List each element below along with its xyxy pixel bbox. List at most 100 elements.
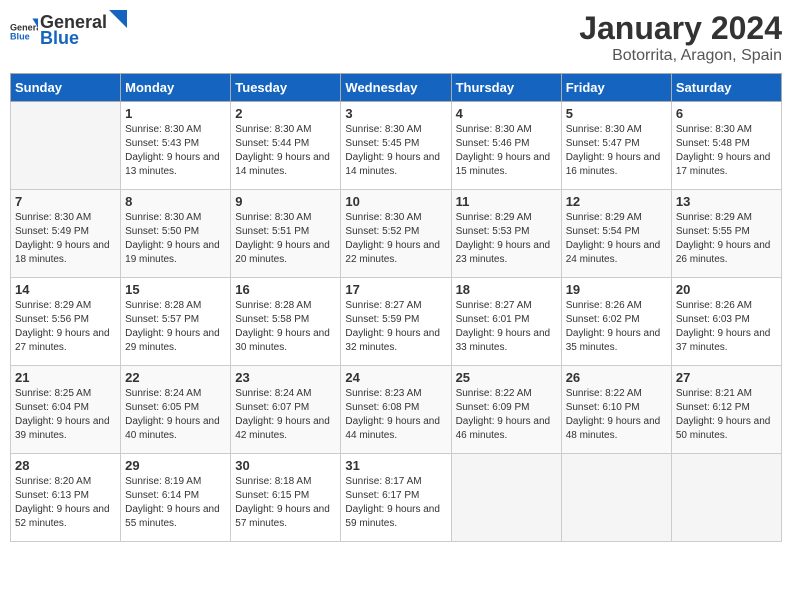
day-info: Sunrise: 8:30 AMSunset: 5:44 PMDaylight:… bbox=[235, 123, 336, 179]
day-number: 11 bbox=[456, 194, 557, 209]
day-number: 1 bbox=[125, 106, 226, 121]
title-block: January 2024 Botorrita, Aragon, Spain bbox=[579, 10, 782, 65]
day-number: 15 bbox=[125, 282, 226, 297]
day-info: Sunrise: 8:23 AMSunset: 6:08 PMDaylight:… bbox=[345, 387, 446, 443]
logo-arrow-icon bbox=[109, 10, 127, 28]
day-info: Sunrise: 8:29 AMSunset: 5:53 PMDaylight:… bbox=[456, 211, 557, 267]
day-info: Sunrise: 8:28 AMSunset: 5:57 PMDaylight:… bbox=[125, 299, 226, 355]
calendar-cell: 24Sunrise: 8:23 AMSunset: 6:08 PMDayligh… bbox=[341, 366, 451, 454]
calendar-cell bbox=[671, 454, 781, 542]
day-info: Sunrise: 8:30 AMSunset: 5:48 PMDaylight:… bbox=[676, 123, 777, 179]
day-info: Sunrise: 8:22 AMSunset: 6:10 PMDaylight:… bbox=[566, 387, 667, 443]
day-number: 28 bbox=[15, 458, 116, 473]
calendar-cell: 26Sunrise: 8:22 AMSunset: 6:10 PMDayligh… bbox=[561, 366, 671, 454]
logo-icon: General Blue bbox=[10, 15, 38, 43]
day-info: Sunrise: 8:29 AMSunset: 5:54 PMDaylight:… bbox=[566, 211, 667, 267]
calendar-cell: 13 Sunrise: 8:29 AMSunset: 5:55 PMDayligh… bbox=[671, 190, 781, 278]
day-number: 31 bbox=[345, 458, 446, 473]
calendar-cell bbox=[561, 454, 671, 542]
day-number: 2 bbox=[235, 106, 336, 121]
calendar-cell: 29Sunrise: 8:19 AMSunset: 6:14 PMDayligh… bbox=[121, 454, 231, 542]
day-info: Sunrise: 8:19 AMSunset: 6:14 PMDaylight:… bbox=[125, 475, 226, 531]
day-info: Sunrise: 8:30 AMSunset: 5:47 PMDaylight:… bbox=[566, 123, 667, 179]
day-number: 12 bbox=[566, 194, 667, 209]
calendar-week-row: 28Sunrise: 8:20 AMSunset: 6:13 PMDayligh… bbox=[11, 454, 782, 542]
day-info: Sunrise: 8:28 AMSunset: 5:58 PMDaylight:… bbox=[235, 299, 336, 355]
calendar-cell: 19Sunrise: 8:26 AMSunset: 6:02 PMDayligh… bbox=[561, 278, 671, 366]
header-wednesday: Wednesday bbox=[341, 74, 451, 102]
day-info: Sunrise: 8:22 AMSunset: 6:09 PMDaylight:… bbox=[456, 387, 557, 443]
calendar-cell: 3 Sunrise: 8:30 AMSunset: 5:45 PMDaylight… bbox=[341, 102, 451, 190]
calendar-header-row: SundayMondayTuesdayWednesdayThursdayFrid… bbox=[11, 74, 782, 102]
calendar-cell: 25 Sunrise: 8:22 AMSunset: 6:09 PMDayligh… bbox=[451, 366, 561, 454]
day-number: 23 bbox=[235, 370, 336, 385]
day-info: Sunrise: 8:27 AMSunset: 5:59 PMDaylight:… bbox=[345, 299, 446, 355]
header-sunday: Sunday bbox=[11, 74, 121, 102]
calendar-cell bbox=[11, 102, 121, 190]
day-info: Sunrise: 8:29 AMSunset: 5:55 PMDaylight:… bbox=[676, 211, 777, 267]
day-number: 13 bbox=[676, 194, 777, 209]
day-number: 20 bbox=[676, 282, 777, 297]
day-number: 19 bbox=[566, 282, 667, 297]
day-info: Sunrise: 8:30 AMSunset: 5:49 PMDaylight:… bbox=[15, 211, 116, 267]
calendar-cell: 10Sunrise: 8:30 AMSunset: 5:52 PMDayligh… bbox=[341, 190, 451, 278]
day-info: Sunrise: 8:30 AMSunset: 5:46 PMDaylight:… bbox=[456, 123, 557, 179]
day-number: 6 bbox=[676, 106, 777, 121]
calendar-cell: 22Sunrise: 8:24 AMSunset: 6:05 PMDayligh… bbox=[121, 366, 231, 454]
calendar-week-row: 7 Sunrise: 8:30 AMSunset: 5:49 PMDaylight… bbox=[11, 190, 782, 278]
day-info: Sunrise: 8:21 AMSunset: 6:12 PMDaylight:… bbox=[676, 387, 777, 443]
calendar-cell: 9 Sunrise: 8:30 AMSunset: 5:51 PMDaylight… bbox=[231, 190, 341, 278]
day-number: 5 bbox=[566, 106, 667, 121]
calendar-cell: 6 Sunrise: 8:30 AMSunset: 5:48 PMDaylight… bbox=[671, 102, 781, 190]
calendar-cell: 15 Sunrise: 8:28 AMSunset: 5:57 PMDayligh… bbox=[121, 278, 231, 366]
day-info: Sunrise: 8:30 AMSunset: 5:43 PMDaylight:… bbox=[125, 123, 226, 179]
day-info: Sunrise: 8:27 AMSunset: 6:01 PMDaylight:… bbox=[456, 299, 557, 355]
calendar-cell: 7 Sunrise: 8:30 AMSunset: 5:49 PMDaylight… bbox=[11, 190, 121, 278]
calendar-week-row: 21Sunrise: 8:25 AMSunset: 6:04 PMDayligh… bbox=[11, 366, 782, 454]
svg-text:Blue: Blue bbox=[10, 32, 30, 42]
day-number: 22 bbox=[125, 370, 226, 385]
day-number: 17 bbox=[345, 282, 446, 297]
day-info: Sunrise: 8:26 AMSunset: 6:03 PMDaylight:… bbox=[676, 299, 777, 355]
calendar-cell: 1 Sunrise: 8:30 AMSunset: 5:43 PMDaylight… bbox=[121, 102, 231, 190]
calendar-cell: 8 Sunrise: 8:30 AMSunset: 5:50 PMDaylight… bbox=[121, 190, 231, 278]
day-number: 21 bbox=[15, 370, 116, 385]
header-thursday: Thursday bbox=[451, 74, 561, 102]
calendar-cell: 31 Sunrise: 8:17 AMSunset: 6:17 PMDayligh… bbox=[341, 454, 451, 542]
day-number: 4 bbox=[456, 106, 557, 121]
day-number: 16 bbox=[235, 282, 336, 297]
day-info: Sunrise: 8:30 AMSunset: 5:51 PMDaylight:… bbox=[235, 211, 336, 267]
day-info: Sunrise: 8:17 AMSunset: 6:17 PMDaylight:… bbox=[345, 475, 446, 531]
day-number: 30 bbox=[235, 458, 336, 473]
day-number: 14 bbox=[15, 282, 116, 297]
calendar-cell: 4 Sunrise: 8:30 AMSunset: 5:46 PMDaylight… bbox=[451, 102, 561, 190]
header-monday: Monday bbox=[121, 74, 231, 102]
calendar-cell bbox=[451, 454, 561, 542]
calendar-cell: 20 Sunrise: 8:26 AMSunset: 6:03 PMDayligh… bbox=[671, 278, 781, 366]
calendar-cell: 17 Sunrise: 8:27 AMSunset: 5:59 PMDayligh… bbox=[341, 278, 451, 366]
day-info: Sunrise: 8:24 AMSunset: 6:07 PMDaylight:… bbox=[235, 387, 336, 443]
day-number: 8 bbox=[125, 194, 226, 209]
calendar-cell: 23 Sunrise: 8:24 AMSunset: 6:07 PMDayligh… bbox=[231, 366, 341, 454]
calendar-cell: 21Sunrise: 8:25 AMSunset: 6:04 PMDayligh… bbox=[11, 366, 121, 454]
day-info: Sunrise: 8:18 AMSunset: 6:15 PMDaylight:… bbox=[235, 475, 336, 531]
day-info: Sunrise: 8:30 AMSunset: 5:52 PMDaylight:… bbox=[345, 211, 446, 267]
header-saturday: Saturday bbox=[671, 74, 781, 102]
day-number: 9 bbox=[235, 194, 336, 209]
day-number: 25 bbox=[456, 370, 557, 385]
calendar-title: January 2024 bbox=[579, 10, 782, 47]
calendar-cell: 30 Sunrise: 8:18 AMSunset: 6:15 PMDayligh… bbox=[231, 454, 341, 542]
header-friday: Friday bbox=[561, 74, 671, 102]
day-info: Sunrise: 8:29 AMSunset: 5:56 PMDaylight:… bbox=[15, 299, 116, 355]
day-number: 3 bbox=[345, 106, 446, 121]
calendar-cell: 14 Sunrise: 8:29 AMSunset: 5:56 PMDayligh… bbox=[11, 278, 121, 366]
day-number: 18 bbox=[456, 282, 557, 297]
logo: General Blue General Blue bbox=[10, 10, 127, 49]
page-header: General Blue General Blue January 2024 B… bbox=[10, 10, 782, 65]
day-info: Sunrise: 8:30 AMSunset: 5:50 PMDaylight:… bbox=[125, 211, 226, 267]
day-info: Sunrise: 8:30 AMSunset: 5:45 PMDaylight:… bbox=[345, 123, 446, 179]
day-number: 7 bbox=[15, 194, 116, 209]
calendar-cell: 2 Sunrise: 8:30 AMSunset: 5:44 PMDaylight… bbox=[231, 102, 341, 190]
calendar-location: Botorrita, Aragon, Spain bbox=[579, 47, 782, 65]
calendar-cell: 12 Sunrise: 8:29 AMSunset: 5:54 PMDayligh… bbox=[561, 190, 671, 278]
